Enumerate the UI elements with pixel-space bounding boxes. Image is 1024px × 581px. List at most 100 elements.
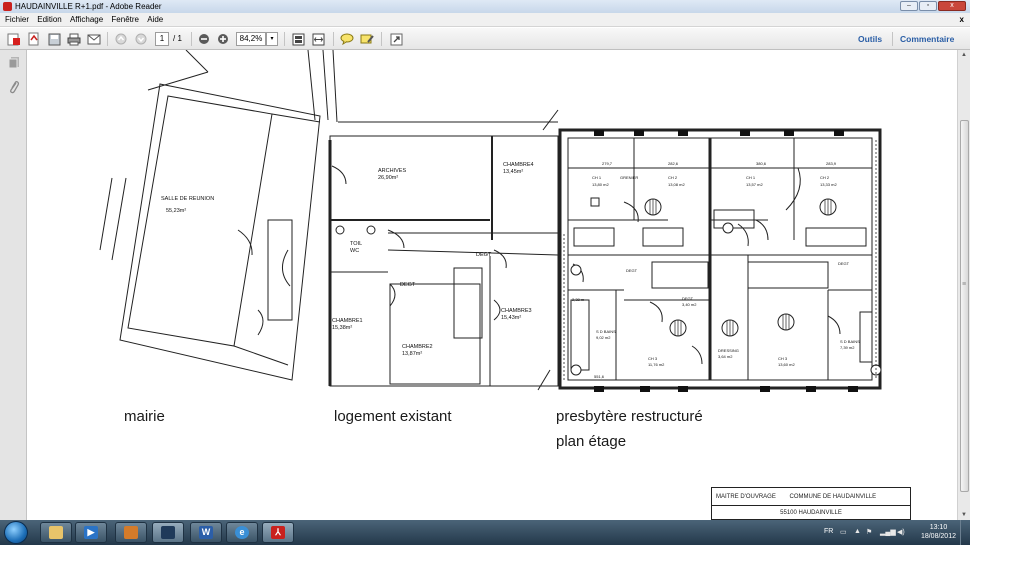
menu-affichage[interactable]: Affichage bbox=[67, 13, 106, 27]
menu-aide[interactable]: Aide bbox=[144, 13, 166, 27]
room-area: 15,43m² bbox=[501, 315, 521, 321]
menu-edition[interactable]: Edition bbox=[34, 13, 64, 27]
room-label: DRESSING bbox=[718, 348, 739, 353]
maximize-button[interactable]: ▫ bbox=[919, 1, 937, 11]
navigation-pane bbox=[0, 50, 27, 520]
outer-margin bbox=[970, 0, 1024, 581]
caption-logement-existant: logement existant bbox=[334, 408, 452, 425]
room-label: CHAMBRE4 bbox=[503, 162, 534, 168]
taskbar-paint[interactable] bbox=[115, 522, 147, 543]
taskbar-explorer[interactable] bbox=[40, 522, 72, 543]
room-area: 13,57 m2 bbox=[746, 182, 763, 187]
room-area: 7,39 m2 bbox=[840, 345, 855, 350]
window-titlebar: HAUDAINVILLE R+1.pdf - Adobe Reader – ▫ … bbox=[0, 0, 970, 13]
minimize-button[interactable]: – bbox=[900, 1, 918, 11]
room-area: 2,38 m bbox=[572, 297, 585, 302]
room-label: CH 3 bbox=[778, 356, 788, 361]
scroll-down-icon[interactable]: ▼ bbox=[960, 512, 968, 518]
arrow-up-icon[interactable] bbox=[113, 31, 129, 47]
room-label: CH 1 bbox=[592, 175, 602, 180]
show-desktop-button[interactable] bbox=[960, 520, 970, 545]
dimension-label: 279,7 bbox=[602, 161, 613, 166]
paint-icon bbox=[124, 526, 138, 539]
media-player-icon: ▶ bbox=[84, 526, 98, 539]
fit-width-icon[interactable] bbox=[310, 31, 326, 47]
volume-icon[interactable]: ◀) bbox=[897, 528, 905, 536]
keyboard-icon[interactable]: ▭ bbox=[840, 528, 847, 536]
menu-fichier[interactable]: Fichier bbox=[0, 13, 32, 27]
scroll-grip-icon: ≡ bbox=[961, 281, 967, 288]
menu-fenetre[interactable]: Fenêtre bbox=[108, 13, 142, 27]
pdf-page-view[interactable]: SALLE DE REUNION 55,23m² ARCHIVES 26,90m… bbox=[28, 50, 956, 520]
close-button[interactable]: x bbox=[938, 1, 966, 11]
menu-bar: Fichier Edition Affichage Fenêtre Aide x bbox=[0, 13, 970, 27]
address-label: 55100 HAUDAINVILLE bbox=[780, 510, 842, 516]
clock-date: 18/08/2012 bbox=[920, 533, 956, 540]
comment-panel-button[interactable]: Commentaire bbox=[900, 32, 954, 46]
floor-plan-drawing: SALLE DE REUNION 55,23m² ARCHIVES 26,90m… bbox=[99, 50, 882, 392]
room-label: CH 2 bbox=[820, 175, 830, 180]
fit-page-icon[interactable] bbox=[290, 31, 306, 47]
tools-panel-button[interactable]: Outils bbox=[858, 32, 882, 46]
room-label: CH 1 bbox=[746, 175, 756, 180]
arrow-down-icon[interactable] bbox=[133, 31, 149, 47]
room-area: 13,60 m2 bbox=[778, 362, 795, 367]
start-button[interactable] bbox=[4, 521, 28, 544]
dimension-label: 551,6 bbox=[594, 374, 605, 379]
room-label: SALLE DE REUNION bbox=[161, 196, 214, 202]
title-block-row: MAITRE D'OUVRAGE COMMUNE DE HAUDAINVILLE bbox=[712, 488, 910, 506]
scroll-up-icon[interactable]: ▲ bbox=[960, 52, 968, 58]
room-label: S D BAINS bbox=[596, 329, 616, 334]
taskbar-media-player[interactable]: ▶ bbox=[75, 522, 107, 543]
highlight-icon[interactable] bbox=[359, 31, 375, 47]
network-icon[interactable]: ▂▄▆ bbox=[880, 528, 896, 536]
room-label: DEGT bbox=[476, 252, 492, 258]
media-center-icon bbox=[161, 526, 175, 539]
page-number-input[interactable]: 1 bbox=[155, 32, 169, 46]
toolbar: 1 / 1 84,2% ▾ Outils Commentaire bbox=[0, 28, 970, 50]
room-area: 13,33 m2 bbox=[820, 182, 837, 187]
clock[interactable]: 13:10 18/08/2012 bbox=[921, 523, 956, 541]
taskbar-internet-explorer[interactable]: e bbox=[226, 522, 258, 543]
email-icon[interactable] bbox=[86, 31, 102, 47]
room-area: 9,02 m2 bbox=[596, 335, 611, 340]
taskbar-adobe-reader[interactable]: ⅄ bbox=[262, 522, 294, 543]
outer-margin bbox=[0, 545, 970, 581]
create-pdf-icon[interactable] bbox=[26, 31, 42, 47]
taskbar-media-center[interactable] bbox=[152, 522, 184, 543]
room-area: 15,38m² bbox=[332, 325, 352, 331]
taskbar-word[interactable]: W bbox=[190, 522, 222, 543]
vertical-scrollbar[interactable]: ▲ ≡ ▼ bbox=[957, 50, 970, 520]
maitre-ouvrage-label: MAITRE D'OUVRAGE bbox=[716, 494, 776, 500]
title-block: MAITRE D'OUVRAGE COMMUNE DE HAUDAINVILLE… bbox=[711, 487, 911, 520]
dimension-label: 283,9 bbox=[826, 161, 837, 166]
caption-plan-etage: plan étage bbox=[556, 433, 627, 450]
show-hidden-icons-icon[interactable]: ▲ bbox=[854, 528, 861, 535]
open-folder-icon[interactable] bbox=[6, 31, 22, 47]
window-controls: – ▫ x bbox=[900, 1, 966, 11]
print-icon[interactable] bbox=[66, 31, 82, 47]
page-total: / 1 bbox=[173, 34, 182, 43]
fullscreen-icon[interactable] bbox=[388, 31, 404, 47]
room-area: 26,90m² bbox=[378, 175, 398, 181]
room-area: 3,40 m2 bbox=[682, 302, 697, 307]
comment-icon[interactable] bbox=[339, 31, 355, 47]
paperclip-icon[interactable] bbox=[7, 80, 20, 94]
adobe-reader-app-icon[interactable] bbox=[3, 2, 12, 11]
pages-panel-icon[interactable] bbox=[7, 56, 20, 70]
toolbar-separator bbox=[284, 32, 285, 46]
zoom-dropdown-button[interactable]: ▾ bbox=[266, 32, 278, 46]
zoom-level-input[interactable]: 84,2% bbox=[236, 32, 266, 46]
room-label: ARCHIVES bbox=[378, 168, 406, 174]
scrollbar-thumb[interactable] bbox=[960, 120, 969, 492]
language-indicator[interactable]: FR bbox=[824, 528, 833, 535]
internet-explorer-icon: e bbox=[235, 526, 249, 539]
room-area: 13,80 m2 bbox=[592, 182, 609, 187]
close-document-button[interactable]: x bbox=[960, 13, 964, 27]
zoom-out-icon[interactable] bbox=[196, 31, 212, 47]
toolbar-separator bbox=[333, 32, 334, 46]
action-center-icon[interactable]: ⚑ bbox=[866, 528, 872, 536]
zoom-in-icon[interactable] bbox=[215, 31, 231, 47]
save-icon[interactable] bbox=[46, 31, 62, 47]
room-label: CHAMBRE3 bbox=[501, 308, 532, 314]
